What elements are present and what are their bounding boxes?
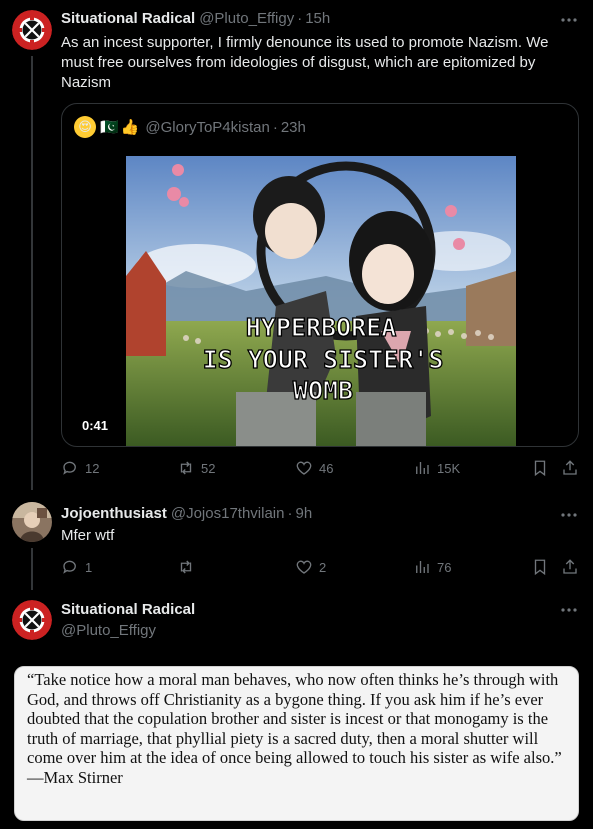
avatar[interactable]: [12, 10, 52, 50]
thread-line: [31, 56, 33, 490]
share-button[interactable]: [561, 459, 579, 477]
more-options-button[interactable]: [559, 600, 579, 620]
video-caption-line: IS YOUR SISTER'S: [203, 345, 444, 374]
tweet-header: Situational Radical: [61, 601, 195, 618]
views-button[interactable]: 15K: [413, 459, 460, 477]
handle[interactable]: @Jojos17thvilain: [171, 505, 285, 522]
thread-line: [31, 548, 33, 590]
tweet-header: Jojoenthusiast @Jojos17thvilain · 9h: [61, 505, 312, 522]
quote-image: “Take notice how a moral man behaves, wh…: [14, 666, 579, 821]
quoted-tweet-header: 😍 🇵🇰 👍 @GloryToP4kistan · 23h: [74, 116, 306, 138]
handle[interactable]: @Pluto_Effigy: [199, 10, 294, 27]
views-button[interactable]: 76: [413, 558, 451, 576]
action-bar: 12 52 46 15K: [61, 459, 579, 479]
more-horizontal-icon: [561, 18, 577, 22]
reply-button[interactable]: 12: [61, 459, 99, 477]
bookmark-icon: [534, 460, 546, 477]
reply-count: 12: [85, 460, 100, 476]
views-count: 15K: [437, 460, 461, 476]
like-count: 2: [319, 559, 327, 575]
separator-dot: ·: [287, 505, 293, 522]
emoji-flag: 🇵🇰: [100, 119, 119, 136]
repost-icon: [180, 461, 192, 475]
tweet-text: As an incest supporter, I firmly denounc…: [61, 34, 549, 91]
tweet-text: Mfer wtf: [61, 527, 115, 544]
reply-count: 1: [85, 559, 93, 575]
like-button[interactable]: 2: [295, 558, 326, 576]
video-thumbnail: HYPERBOREA IS YOUR SISTER'S WOMB: [126, 156, 516, 446]
like-button[interactable]: 46: [295, 459, 333, 477]
video-caption-line: HYPERBOREA: [246, 313, 397, 342]
repost-icon: [180, 560, 192, 574]
reply-icon: [63, 461, 76, 475]
handle[interactable]: @Pluto_Effigy: [61, 622, 156, 639]
more-options-button[interactable]: [559, 10, 579, 30]
display-name[interactable]: Situational Radical: [61, 601, 195, 618]
video-caption-line: WOMB: [293, 376, 353, 405]
heart-icon: [296, 560, 312, 574]
more-horizontal-icon: [561, 513, 577, 517]
quoted-handle[interactable]: @GloryToP4kistan: [145, 119, 269, 136]
emoji-thumbs-up: 👍: [120, 119, 140, 136]
quoted-tweet[interactable]: 😍 🇵🇰 👍 @GloryToP4kistan · 23h HYPERBOREA…: [61, 103, 579, 447]
repost-button[interactable]: 52: [177, 459, 215, 477]
avatar[interactable]: 😍: [74, 116, 96, 138]
share-icon: [563, 460, 577, 475]
avatar[interactable]: [12, 600, 52, 640]
bookmark-button[interactable]: [531, 558, 549, 576]
heart-icon: [296, 461, 312, 475]
quote-text: “Take notice how a moral man behaves, wh…: [27, 670, 562, 767]
tweet-situational-radical-1[interactable]: Situational Radical @Pluto_Effigy · 15h …: [0, 0, 593, 490]
share-icon: [563, 559, 577, 574]
quote-author: —Max Stirner: [27, 767, 123, 787]
reply-button[interactable]: 1: [61, 558, 92, 576]
share-button[interactable]: [561, 558, 579, 576]
tweet-handle-row: @Pluto_Effigy: [61, 622, 156, 639]
bookmark-icon: [534, 559, 546, 576]
display-name[interactable]: Situational Radical: [61, 10, 195, 27]
repost-count: 52: [201, 460, 216, 476]
video-player[interactable]: HYPERBOREA IS YOUR SISTER'S WOMB: [126, 156, 516, 446]
action-bar: 1 2 76: [61, 558, 579, 578]
tweet-jojoenthusiast[interactable]: Jojoenthusiast @Jojos17thvilain · 9h Mfe…: [0, 490, 593, 590]
views-icon: [416, 462, 429, 474]
more-horizontal-icon: [561, 608, 577, 612]
bookmark-button[interactable]: [531, 459, 549, 477]
display-name[interactable]: Jojoenthusiast: [61, 505, 167, 522]
quoted-timestamp[interactable]: 23h: [281, 119, 306, 136]
timestamp[interactable]: 9h: [295, 505, 312, 522]
views-icon: [416, 561, 429, 573]
reply-icon: [63, 560, 76, 574]
video-duration: 0:41: [74, 415, 117, 436]
more-options-button[interactable]: [559, 505, 579, 525]
separator-dot: ·: [297, 10, 303, 27]
avatar[interactable]: [12, 502, 52, 542]
repost-button[interactable]: [177, 558, 201, 576]
like-count: 46: [319, 460, 334, 476]
tweet-header: Situational Radical @Pluto_Effigy · 15h: [61, 10, 330, 27]
views-count: 76: [437, 559, 452, 575]
separator-dot: ·: [272, 118, 278, 136]
timestamp[interactable]: 15h: [305, 10, 330, 27]
emoji-heart-eyes: 😍: [78, 119, 92, 134]
